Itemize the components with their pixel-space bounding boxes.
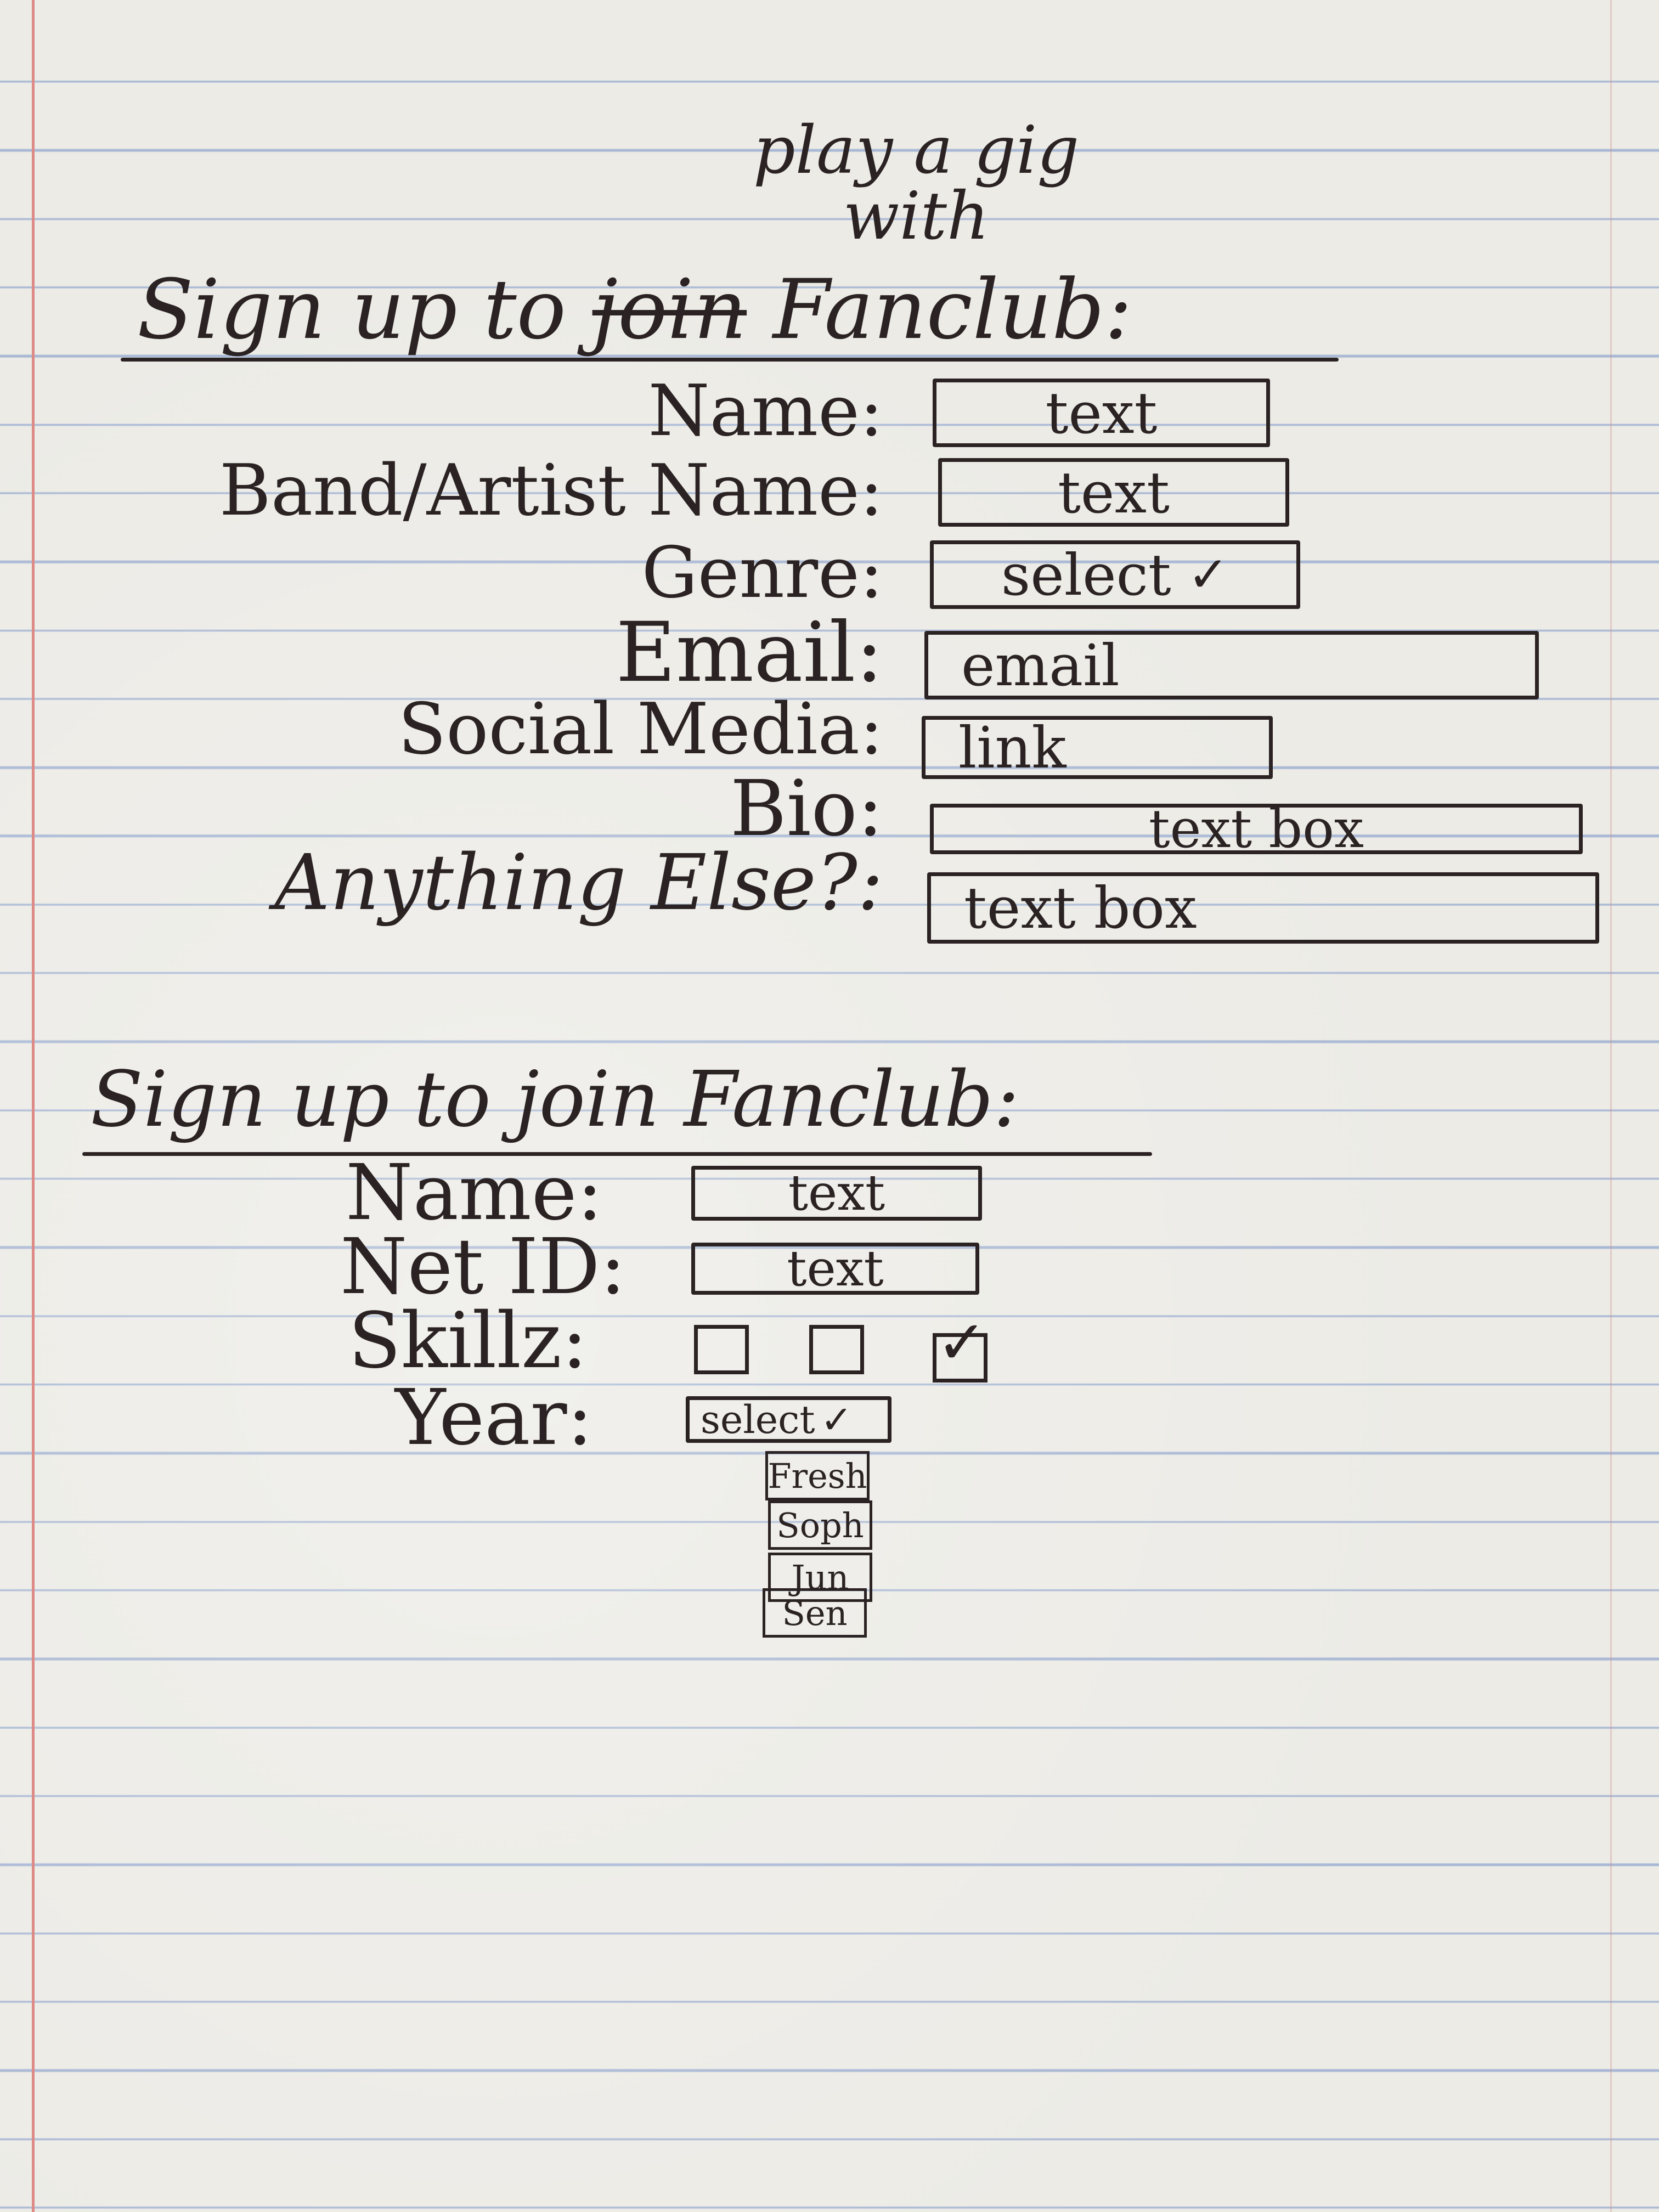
year-option-fresh[interactable]: Fresh bbox=[765, 1451, 870, 1500]
form1-title-underline bbox=[121, 358, 1339, 362]
bio-label: Bio: bbox=[730, 764, 883, 854]
genre-select-value: select bbox=[1001, 541, 1171, 608]
netid-input[interactable]: text bbox=[691, 1243, 979, 1295]
band-name-input[interactable]: text bbox=[938, 458, 1289, 527]
social-media-label: Social Media: bbox=[398, 689, 883, 770]
notebook-right-margin-line bbox=[1610, 0, 1612, 2212]
form2-name-input[interactable]: text bbox=[691, 1166, 982, 1221]
year-option-soph[interactable]: Soph bbox=[768, 1500, 872, 1550]
email-input[interactable]: email bbox=[924, 631, 1539, 699]
year-select-value: select bbox=[701, 1397, 815, 1442]
band-name-label: Band/Artist Name: bbox=[219, 450, 883, 532]
skillz-label: Skillz: bbox=[348, 1296, 588, 1386]
notebook-margin-line bbox=[32, 0, 35, 2212]
form2-title: Sign up to join Fanclub: bbox=[91, 1055, 1019, 1144]
name-input[interactable]: text bbox=[933, 379, 1270, 447]
name-label: Name: bbox=[648, 370, 883, 452]
bio-textbox[interactable]: text box bbox=[930, 803, 1583, 855]
year-option-sen[interactable]: Sen bbox=[763, 1588, 867, 1638]
form2-title-underline bbox=[82, 1152, 1152, 1156]
year-label: Year: bbox=[395, 1373, 593, 1463]
anything-else-label: Anything Else?: bbox=[274, 838, 883, 928]
form1-title-start: Sign up to bbox=[137, 262, 566, 358]
form1-title: Sign up to join Fanclub: bbox=[137, 263, 1132, 357]
genre-select[interactable]: select ✓ bbox=[930, 540, 1300, 609]
year-select[interactable]: select ✓ bbox=[686, 1396, 891, 1443]
anything-else-textbox[interactable]: text box bbox=[927, 872, 1599, 944]
check-icon: ✓ bbox=[936, 1307, 988, 1378]
email-label: Email: bbox=[616, 605, 883, 701]
skill-checkbox-1[interactable] bbox=[694, 1325, 749, 1374]
genre-label: Genre: bbox=[641, 532, 884, 614]
skill-checkbox-2[interactable] bbox=[809, 1325, 864, 1374]
title-insert-text: play a gig with bbox=[753, 112, 1080, 255]
social-media-input[interactable]: link bbox=[922, 716, 1273, 779]
skill-checkbox-3[interactable]: ✓ bbox=[933, 1312, 988, 1383]
form1-title-end: Fanclub: bbox=[772, 262, 1132, 358]
chevron-down-icon: ✓ bbox=[820, 1397, 853, 1442]
chevron-down-icon: ✓ bbox=[1187, 545, 1229, 603]
form1-title-struck: join bbox=[592, 262, 747, 358]
